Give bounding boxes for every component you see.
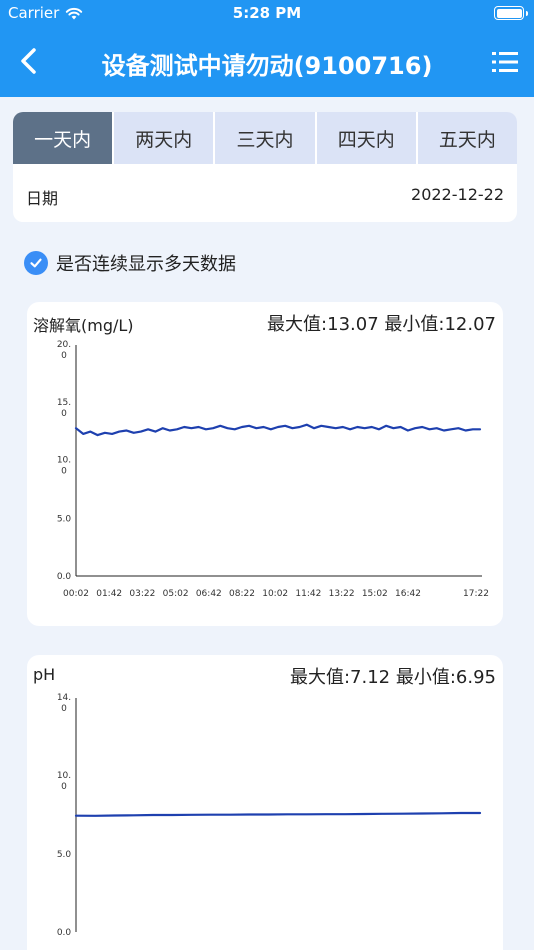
axis-tick-label: 05:02 [163,589,189,599]
axis-tick-label: 15:02 [362,589,388,599]
status-time: 5:28 PM [232,4,302,22]
date-value[interactable]: 2022-12-22 [411,185,504,204]
axis-tick-label: 20. 0 [57,340,71,361]
continuous-display-toggle[interactable]: 是否连续显示多天数据 [24,250,236,276]
axis-tick-label: 0.0 [57,572,72,582]
tab-one-day[interactable]: 一天内 [13,112,115,164]
axis-tick-label: 10. 0 [57,456,71,477]
min-value: 12.07 [444,314,496,335]
tab-two-days[interactable]: 两天内 [114,112,216,164]
tab-four-days[interactable]: 四天内 [316,112,418,164]
menu-button[interactable] [488,45,522,79]
chart-stats: 最大值:7.12 最小值:6.95 [290,663,496,689]
dissolved-oxygen-chart: 20. 0 15. 0 10. 0 5.0 0.0 00:02 01:42 03:22 05:02 06… [57,340,489,599]
axis-tick-label: 03:22 [129,589,155,599]
axis-tick-label: 06:42 [196,589,222,599]
range-tabs: 一天内 两天内 三天内 四天内 五天内 [13,112,517,164]
axis-tick-label: 5.0 [57,514,72,524]
max-value: 7.12 [350,667,391,688]
axis-tick-label: 01:42 [96,589,122,599]
axis-tick-label: 11:42 [295,589,321,599]
axis-tick-label: 10:02 [262,589,288,599]
axis-tick-label: 17:22 [463,589,489,599]
chart-title: pH [33,665,56,684]
battery-icon [494,6,528,20]
axis-tick-label: 16:42 [395,589,421,599]
axis-tick-label: 14. 0 [57,693,71,714]
tab-five-days[interactable]: 五天内 [417,112,517,164]
chart-stats: 最大值:13.07 最小值:12.07 [267,310,496,336]
max-label: 最大值: [289,667,351,688]
page-title: 设备测试中请勿动(9100716) [101,52,433,80]
min-value: 6.95 [455,667,496,688]
nav-bar: 设备测试中请勿动(9100716) [0,27,534,97]
status-bar: Carrier 5:28 PM [0,0,534,27]
date-label: 日期 [26,189,59,208]
checkbox-checked-icon[interactable] [24,251,48,275]
series-line [74,423,482,437]
axis-tick-label: 5.0 [57,850,72,860]
tab-three-days[interactable]: 三天内 [215,112,317,164]
chevron-left-icon [21,48,36,74]
series-line [74,811,482,817]
max-label: 最大值: [267,314,328,335]
axis-tick-label: 10. 0 [57,771,71,792]
dissolved-oxygen-chart-card: 20. 0 15. 0 10. 0 5.0 0.0 00:02 01:42 03:22 05:02 06… [27,302,503,626]
axis-tick-label: 13:22 [329,589,355,599]
list-menu-icon [492,52,518,72]
axis-tick-label: 0.0 [57,928,72,938]
date-range-card: 一天内 两天内 三天内 四天内 五天内 日期 2022-12-22 [13,112,517,222]
min-label: 最小值: [395,667,456,688]
axis-tick-label: 00:02 [63,589,89,599]
min-label: 最小值: [384,314,445,335]
chart-title: 溶解氧(mg/L) [33,316,134,335]
axis-tick-label: 08:22 [229,589,255,599]
continuous-display-label: 是否连续显示多天数据 [56,254,236,275]
ph-chart: 14. 0 10. 0 5.0 0.0 [57,693,482,938]
max-value: 13.07 [327,314,379,335]
axis-tick-label: 15. 0 [57,398,71,419]
ph-chart-card: 14. 0 10. 0 5.0 0.0 pH 最大值:7.12 最小值:6.95 [27,655,503,950]
back-button[interactable] [12,43,44,79]
